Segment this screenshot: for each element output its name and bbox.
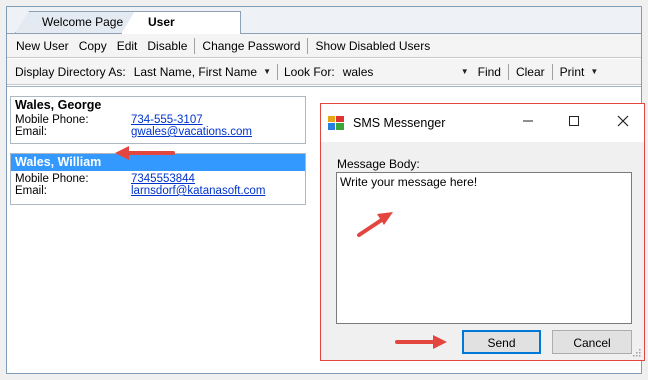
red-arrow-icon (115, 146, 175, 160)
app-window: Welcome Page User Directory New User Cop… (6, 6, 645, 374)
phone-row: Mobile Phone: 734-555-3107 (11, 114, 305, 126)
print-button[interactable]: Print (555, 62, 585, 82)
display-directory-select[interactable]: Last Name, First Name ▼ (130, 62, 275, 82)
edit-button[interactable]: Edit (112, 36, 143, 56)
filter-toolbar: Display Directory As: Last Name, First N… (7, 59, 641, 85)
user-name: Wales, George (15, 98, 102, 112)
change-password-button[interactable]: Change Password (197, 36, 305, 56)
chevron-down-icon: ▼ (263, 67, 271, 76)
toolbar-separator (307, 37, 309, 54)
maximize-icon (569, 116, 579, 126)
email-row: Email: gwales@vacations.com (11, 126, 305, 138)
phone-row: Mobile Phone: 7345553844 (11, 173, 305, 185)
dialog-titlebar[interactable]: SMS Messenger (321, 104, 644, 142)
email-row: Email: larnsdorf@katanasoft.com (11, 185, 305, 197)
email-link[interactable]: gwales@vacations.com (131, 126, 252, 138)
phone-link[interactable]: 7345553844 (131, 173, 195, 185)
toolbar-separator (194, 37, 196, 54)
close-icon (617, 115, 629, 127)
find-button[interactable]: Find (473, 62, 506, 82)
resize-grip-icon[interactable] (631, 347, 641, 357)
tab-user-directory[interactable]: User Directory (121, 11, 241, 34)
phone-label: Mobile Phone: (15, 173, 89, 185)
phone-link[interactable]: 734-555-3107 (131, 114, 203, 126)
clear-button[interactable]: Clear (511, 62, 550, 82)
look-for-input[interactable]: wales (339, 62, 461, 82)
cancel-button[interactable]: Cancel (552, 330, 632, 354)
minimize-button[interactable] (505, 104, 551, 142)
user-card[interactable]: Wales, George Mobile Phone: 734-555-3107… (10, 96, 306, 144)
email-label: Email: (15, 185, 47, 197)
dialog-title: SMS Messenger (353, 116, 446, 130)
chevron-down-icon[interactable]: ▼ (461, 67, 469, 76)
red-arrow-icon (395, 335, 447, 349)
message-body-label: Message Body: (337, 157, 420, 171)
close-button[interactable] (600, 104, 646, 142)
main-toolbar: New User Copy Edit Disable Change Passwo… (7, 34, 641, 58)
display-directory-value: Last Name, First Name (133, 64, 258, 79)
phone-label: Mobile Phone: (15, 114, 89, 126)
email-link[interactable]: larnsdorf@katanasoft.com (131, 185, 265, 197)
email-label: Email: (15, 126, 47, 138)
copy-button[interactable]: Copy (74, 36, 112, 56)
minimize-icon (523, 120, 533, 122)
app-icon (328, 116, 344, 130)
display-directory-label: Display Directory As: (15, 64, 126, 79)
red-arrow-icon (357, 212, 393, 237)
look-for-label: Look For: (284, 64, 335, 79)
maximize-button[interactable] (551, 104, 597, 142)
disable-button[interactable]: Disable (142, 36, 192, 56)
tab-welcome-page[interactable]: Welcome Page (15, 11, 137, 33)
message-body-input[interactable]: Write your message here! (336, 172, 632, 324)
send-button[interactable]: Send (462, 330, 541, 354)
sms-messenger-dialog: SMS Messenger Message Body: Write your m… (320, 103, 645, 361)
new-user-button[interactable]: New User (11, 36, 74, 56)
toolbar-separator (507, 63, 509, 80)
toolbar-separator (551, 63, 553, 80)
show-disabled-users-button[interactable]: Show Disabled Users (310, 36, 435, 56)
tab-strip: Welcome Page User Directory (7, 7, 641, 34)
chevron-down-icon[interactable]: ▼ (590, 67, 598, 76)
toolbar-separator (277, 63, 278, 80)
